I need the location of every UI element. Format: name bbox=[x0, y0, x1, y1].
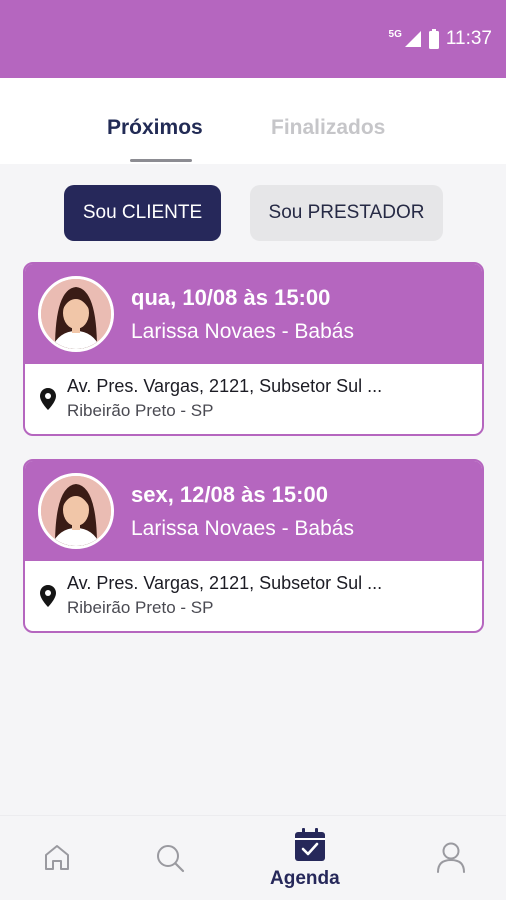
status-indicators: 5G 11:37 bbox=[389, 28, 492, 50]
appointment-date: sex, 12/08 às 15:00 bbox=[131, 482, 328, 507]
home-icon[interactable] bbox=[42, 842, 72, 872]
client-toggle-button[interactable]: Sou CLIENTE bbox=[64, 185, 221, 241]
nav-label-agenda[interactable]: Agenda bbox=[270, 868, 340, 890]
appointment-card-header: qua, 10/08 às 15:00 Larissa Novaes - Bab… bbox=[25, 264, 482, 364]
bottom-navigation: Agenda bbox=[0, 815, 506, 900]
address-line-1: Av. Pres. Vargas, 2121, Subsetor Sul ... bbox=[67, 376, 383, 396]
network-type: 5G bbox=[388, 28, 402, 40]
provider-name: Larissa Novaes - Babás bbox=[131, 517, 354, 540]
appointment-card-header: sex, 12/08 às 15:00 Larissa Novaes - Bab… bbox=[25, 461, 482, 561]
tab-finalizados[interactable]: Finalizados bbox=[271, 116, 385, 140]
avatar bbox=[38, 473, 114, 549]
calendar-icon[interactable] bbox=[294, 828, 326, 862]
tab-proximos[interactable]: Próximos bbox=[107, 116, 203, 140]
appointment-date: qua, 10/08 às 15:00 bbox=[131, 285, 331, 310]
location-pin-icon bbox=[40, 388, 56, 410]
appointment-card[interactable]: qua, 10/08 às 15:00 Larissa Novaes - Bab… bbox=[23, 262, 484, 436]
address-line-2: Ribeirão Preto - SP bbox=[67, 598, 214, 617]
appointment-card[interactable]: sex, 12/08 às 15:00 Larissa Novaes - Bab… bbox=[23, 459, 484, 633]
location-pin-icon bbox=[40, 585, 56, 607]
tab-bar: Próximos Finalizados bbox=[0, 78, 506, 164]
search-icon[interactable] bbox=[154, 842, 186, 874]
profile-icon[interactable] bbox=[436, 841, 466, 873]
address-line-1: Av. Pres. Vargas, 2121, Subsetor Sul ... bbox=[67, 573, 383, 593]
status-bar: 5G 11:37 bbox=[0, 0, 506, 78]
provider-toggle-button[interactable]: Sou PRESTADOR bbox=[250, 185, 443, 241]
clock: 11:37 bbox=[445, 28, 492, 49]
signal-icon bbox=[404, 31, 421, 47]
battery-icon bbox=[428, 29, 439, 49]
address-line-2: Ribeirão Preto - SP bbox=[67, 401, 214, 420]
avatar bbox=[38, 276, 114, 352]
active-tab-indicator bbox=[130, 159, 192, 162]
provider-name: Larissa Novaes - Babás bbox=[131, 320, 354, 343]
